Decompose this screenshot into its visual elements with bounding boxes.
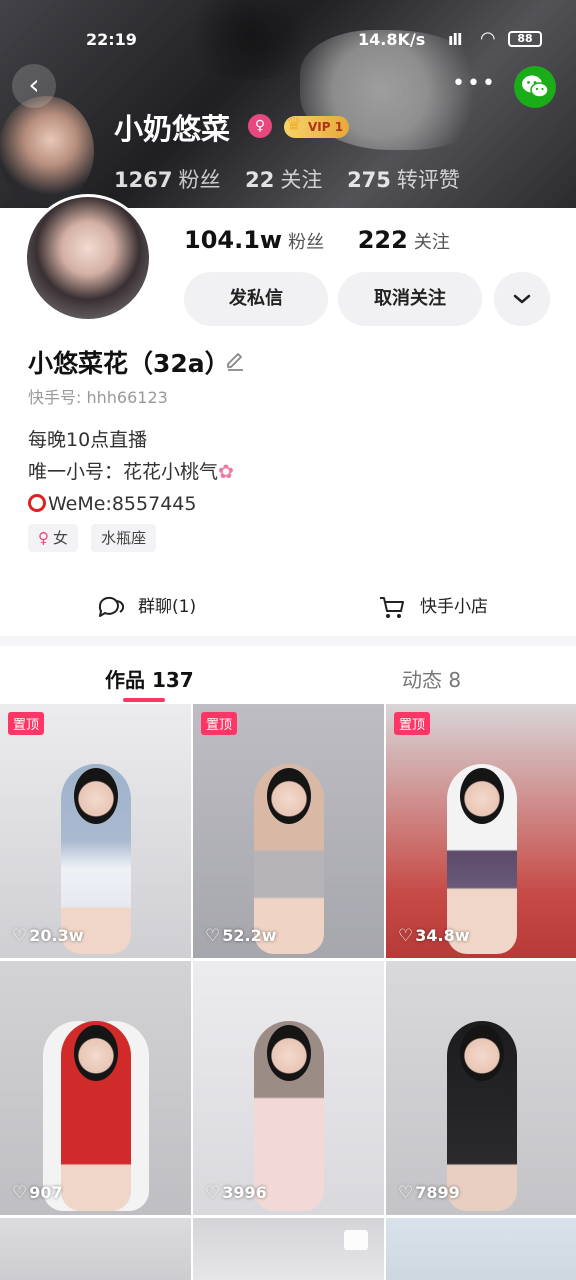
wifi-icon: ◠ bbox=[480, 28, 496, 49]
crown-icon: ♛ bbox=[286, 114, 303, 135]
grid-item[interactable]: 置顶 ♡ 34.8w bbox=[386, 704, 576, 958]
photo-album-icon bbox=[344, 1230, 368, 1250]
like-count: ♡ 907 bbox=[12, 1183, 63, 1203]
profile-bio: 每晚10点直播 唯一小号：花花小桃气✿ WeMe:8557445 bbox=[28, 424, 234, 520]
profile-avatar[interactable] bbox=[24, 194, 152, 322]
profile-name: 小悠菜花（32a） bbox=[28, 349, 230, 378]
flower-icon: ✿ bbox=[218, 461, 234, 483]
female-icon: ♀ bbox=[38, 529, 49, 547]
profile-tags: ♀ 女 水瓶座 bbox=[28, 524, 164, 552]
chevron-down-icon bbox=[513, 294, 531, 304]
wechat-share-button[interactable] bbox=[514, 66, 556, 108]
grid-item[interactable]: ♡ 7899 bbox=[386, 961, 576, 1215]
section-divider bbox=[0, 636, 576, 646]
grid-item[interactable] bbox=[193, 1218, 384, 1280]
like-count: ♡ 3996 bbox=[205, 1183, 267, 1203]
tab-moments[interactable]: 动态 8 bbox=[402, 664, 461, 693]
like-count: ♡ 52.2w bbox=[205, 926, 277, 946]
content-tabs: 作品 137 动态 8 bbox=[0, 646, 576, 704]
vip-badge[interactable]: ♛ VIP 1 bbox=[284, 114, 350, 138]
kuaishou-id: 快手号: hhh66123 bbox=[28, 388, 168, 407]
banner-stats: 1267 粉丝 22 关注 275 转评赞 bbox=[114, 164, 478, 194]
grid-item[interactable]: ♡ 907 bbox=[0, 961, 191, 1215]
status-bar: 22:19 14.8K/s ıll ◠ 88 bbox=[0, 28, 576, 52]
back-button[interactable]: ‹ bbox=[12, 64, 56, 108]
shopping-cart-icon bbox=[380, 597, 404, 618]
post-thumbnail-head bbox=[459, 1025, 504, 1081]
like-count: ♡ 7899 bbox=[398, 1183, 460, 1203]
heart-icon: ♡ bbox=[205, 926, 221, 946]
grid-item[interactable] bbox=[0, 1218, 191, 1280]
post-thumbnail-head bbox=[266, 1025, 311, 1081]
profile-links: 群聊(1) 快手小店 bbox=[0, 580, 576, 634]
like-count: ♡ 20.3w bbox=[12, 926, 84, 946]
status-time: 22:19 bbox=[86, 30, 137, 49]
post-thumbnail-head bbox=[73, 768, 118, 824]
signal-icon: ıll bbox=[448, 30, 462, 49]
tag-gender: ♀ 女 bbox=[28, 524, 79, 552]
banner-username: 小奶悠菜 bbox=[114, 112, 231, 146]
heart-icon: ♡ bbox=[205, 1183, 221, 1203]
post-thumbnail-head bbox=[73, 1025, 118, 1081]
chat-bubble-icon bbox=[98, 596, 124, 617]
active-tab-indicator bbox=[123, 698, 165, 702]
pinned-badge: 置顶 bbox=[8, 712, 45, 735]
tag-zodiac: 水瓶座 bbox=[91, 524, 157, 552]
recommend-dropdown-button[interactable] bbox=[494, 272, 550, 326]
tab-works[interactable]: 作品 137 bbox=[105, 664, 194, 693]
chevron-left-icon: ‹ bbox=[28, 68, 40, 101]
status-network-speed: 14.8K/s bbox=[358, 30, 426, 49]
banner-stat-interactions: 275 转评赞 bbox=[347, 168, 460, 192]
grid-item[interactable]: 置顶 ♡ 20.3w bbox=[0, 704, 191, 958]
banner-stat-followers[interactable]: 1267 粉丝 bbox=[114, 168, 220, 192]
group-chat-link[interactable]: 群聊(1) bbox=[96, 592, 196, 622]
send-message-button[interactable]: 发私信 bbox=[184, 272, 328, 326]
post-thumbnail-head bbox=[459, 768, 504, 824]
bio-line-weme: WeMe:8557445 bbox=[28, 488, 234, 520]
following-stat[interactable]: 222 关注 bbox=[358, 226, 476, 254]
heart-icon: ♡ bbox=[12, 926, 28, 946]
grid-item[interactable]: ♡ 3996 bbox=[193, 961, 384, 1215]
grid-item[interactable]: 置顶 ♡ 52.2w bbox=[193, 704, 384, 958]
battery-icon: 88 bbox=[508, 31, 542, 47]
more-dots-icon: ••• bbox=[452, 71, 497, 96]
banner-avatar bbox=[0, 96, 94, 206]
heart-icon: ♡ bbox=[398, 1183, 414, 1203]
red-circle-icon bbox=[28, 494, 46, 512]
heart-icon: ♡ bbox=[12, 1183, 28, 1203]
like-count: ♡ 34.8w bbox=[398, 926, 470, 946]
vip-label: VIP 1 bbox=[308, 120, 344, 134]
grid-item[interactable] bbox=[386, 1218, 576, 1280]
pinned-badge: 置顶 bbox=[394, 712, 431, 735]
followers-stat[interactable]: 104.1w 粉丝 bbox=[184, 226, 350, 254]
heart-icon: ♡ bbox=[398, 926, 414, 946]
bio-line-alt-account: 唯一小号：花花小桃气✿ bbox=[28, 461, 234, 483]
more-options-button[interactable]: ••• bbox=[452, 64, 496, 108]
banner-stat-following[interactable]: 22 关注 bbox=[245, 168, 322, 192]
bio-line-live: 每晚10点直播 bbox=[28, 429, 148, 451]
unfollow-button[interactable]: 取消关注 bbox=[338, 272, 482, 326]
shop-link[interactable]: 快手小店 bbox=[378, 592, 488, 622]
profile-stats: 104.1w 粉丝 222 关注 bbox=[184, 226, 476, 254]
edit-pencil-icon[interactable] bbox=[224, 350, 246, 372]
wechat-icon bbox=[522, 75, 549, 98]
female-icon: ♀ bbox=[248, 114, 272, 138]
post-thumbnail-head bbox=[266, 768, 311, 824]
pinned-badge: 置顶 bbox=[201, 712, 238, 735]
